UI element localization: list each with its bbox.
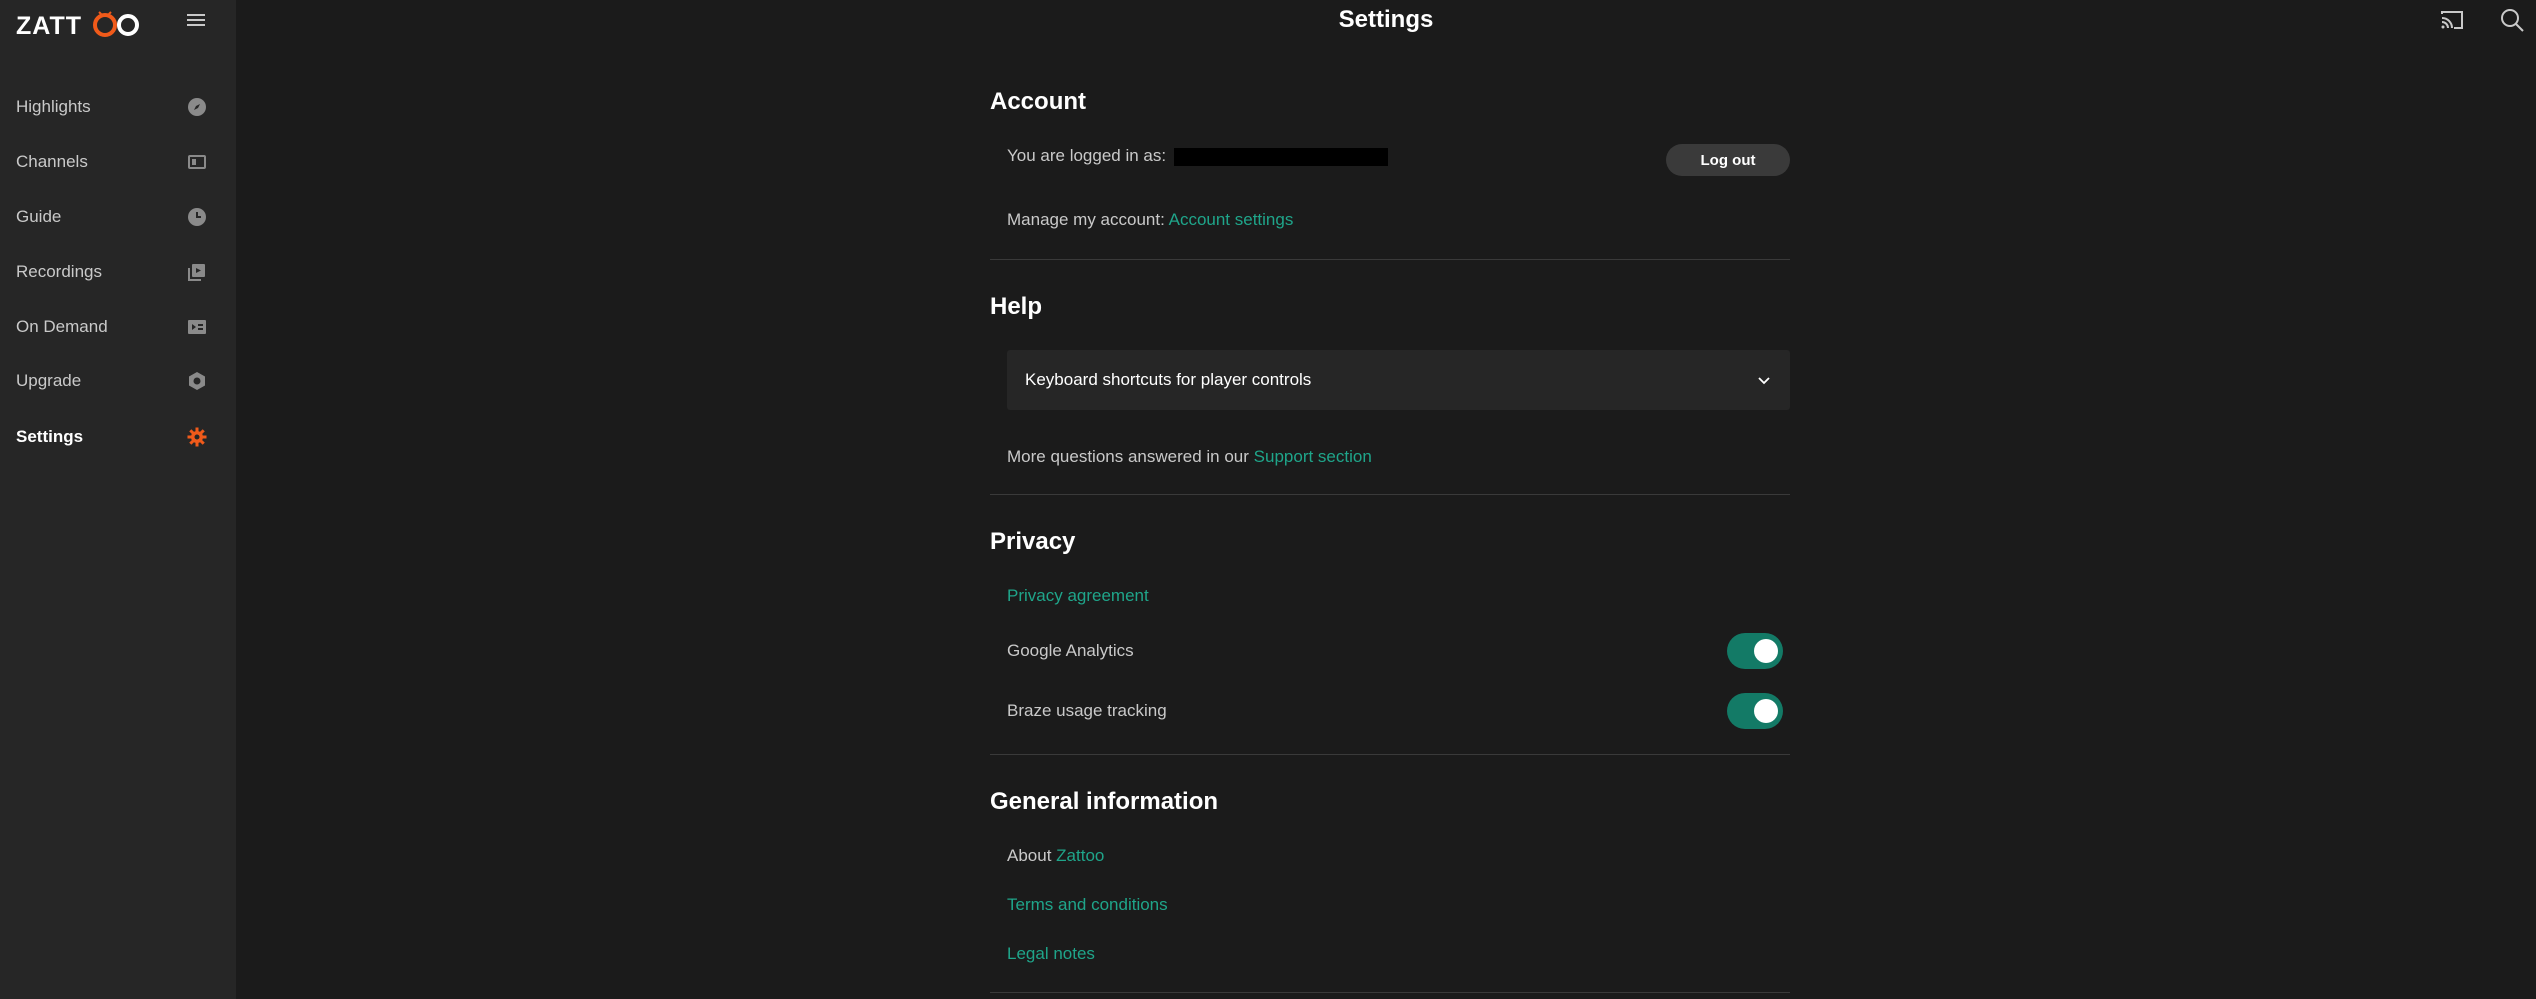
privacy-agreement-link[interactable]: Privacy agreement	[1007, 586, 1149, 606]
about-label: About	[1007, 846, 1052, 865]
sidebar-item-guide[interactable]: Guide	[0, 195, 236, 239]
sidebar-item-label: Guide	[16, 207, 62, 226]
terms-link[interactable]: Terms and conditions	[1007, 895, 1168, 915]
sidebar-item-label: Highlights	[16, 97, 91, 116]
privacy-section-title: Privacy	[990, 528, 1076, 555]
logged-in-label: You are logged in as:	[1007, 146, 1167, 165]
support-label: More questions answered in our	[1007, 447, 1249, 466]
braze-tracking-label: Braze usage tracking	[1007, 701, 1167, 720]
about-zattoo-link[interactable]: Zattoo	[1056, 846, 1104, 865]
google-analytics-label: Google Analytics	[1007, 641, 1134, 660]
toggle-knob	[1754, 699, 1778, 723]
cast-icon[interactable]	[2438, 6, 2466, 34]
manage-account-row: Manage my account: Account settings	[1007, 210, 1293, 230]
compass-icon	[188, 98, 206, 116]
sidebar-item-on-demand[interactable]: On Demand	[0, 305, 236, 349]
on-demand-icon	[188, 320, 206, 334]
sidebar: ZATT Highlights Channels Guide Recording…	[0, 0, 236, 999]
sidebar-item-recordings[interactable]: Recordings	[0, 250, 236, 294]
support-row: More questions answered in our Support s…	[1007, 447, 1372, 467]
accordion-label: Keyboard shortcuts for player controls	[1025, 370, 1312, 389]
search-icon[interactable]	[2498, 6, 2526, 34]
menu-icon[interactable]	[184, 8, 208, 32]
svg-text:ZATT: ZATT	[16, 12, 82, 38]
help-section-title: Help	[990, 293, 1043, 320]
redacted-email	[1174, 147, 1389, 166]
sidebar-item-label: Recordings	[16, 262, 102, 281]
chevron-down-icon	[1758, 377, 1770, 385]
account-settings-link[interactable]: Account settings	[1169, 210, 1294, 229]
sidebar-item-label: Upgrade	[16, 371, 82, 390]
braze-tracking-toggle[interactable]	[1727, 693, 1783, 729]
keyboard-shortcuts-accordion[interactable]: Keyboard shortcuts for player controls	[1007, 350, 1790, 410]
divider	[990, 259, 1790, 260]
sidebar-item-label: Channels	[16, 152, 88, 171]
sidebar-item-channels[interactable]: Channels	[0, 140, 236, 184]
divider	[990, 992, 1790, 993]
google-analytics-toggle[interactable]	[1727, 633, 1783, 669]
upgrade-icon	[189, 372, 205, 390]
clock-icon	[188, 208, 206, 226]
sidebar-item-settings[interactable]: Settings	[0, 415, 236, 459]
legal-notes-link[interactable]: Legal notes	[1007, 944, 1095, 964]
logout-button[interactable]: Log out	[1666, 144, 1790, 176]
sidebar-item-label: On Demand	[16, 317, 108, 336]
manage-account-label: Manage my account:	[1007, 210, 1165, 229]
support-section-link[interactable]: Support section	[1254, 447, 1372, 466]
account-section-title: Account	[990, 88, 1086, 115]
toggle-knob	[1754, 639, 1778, 663]
zattoo-logo[interactable]: ZATT	[16, 6, 142, 38]
sidebar-item-upgrade[interactable]: Upgrade	[0, 359, 236, 403]
divider	[990, 754, 1790, 755]
about-row: About Zattoo	[1007, 846, 1104, 866]
general-section-title: General information	[990, 788, 1219, 815]
logged-in-row: You are logged in as:	[1007, 146, 1389, 166]
recordings-icon	[188, 264, 205, 281]
page-title: Settings	[1338, 6, 1434, 33]
divider	[990, 494, 1790, 495]
sidebar-item-label: Settings	[16, 427, 84, 446]
gear-icon	[187, 427, 207, 447]
channels-icon	[188, 155, 206, 169]
sidebar-item-highlights[interactable]: Highlights	[0, 85, 236, 129]
